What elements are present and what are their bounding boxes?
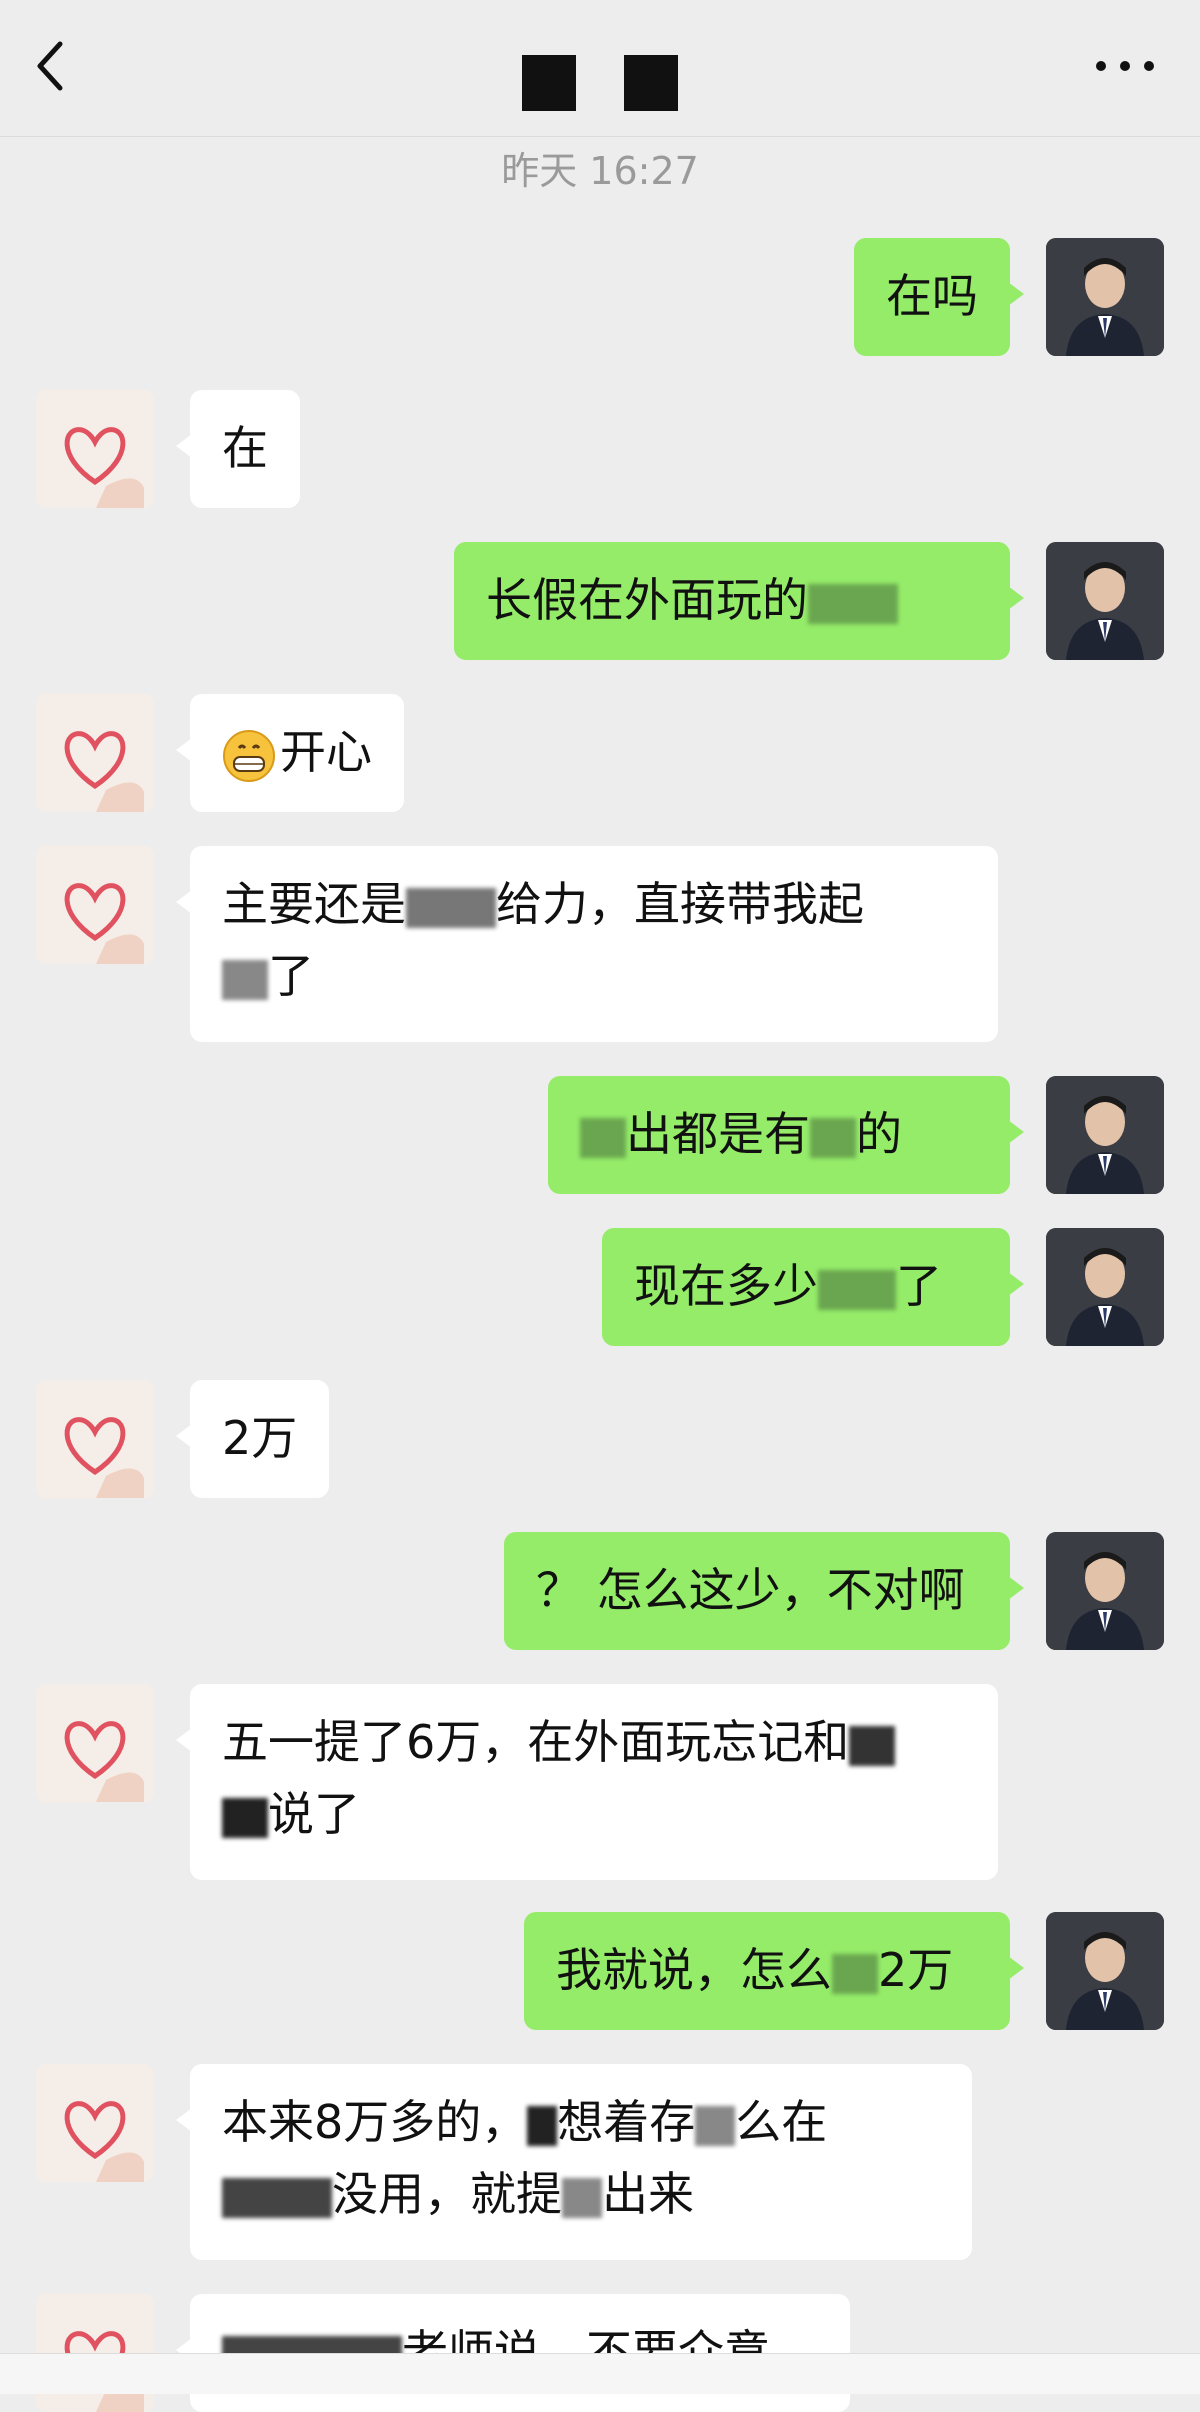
message-bubble[interactable]: 开心	[176, 694, 404, 812]
contact-avatar[interactable]	[36, 694, 154, 812]
message-bubble[interactable]: ？ 怎么这少，不对啊	[504, 1532, 1024, 1650]
message-text: 了	[896, 1259, 942, 1313]
message-bubble[interactable]: 五一提了6万，在外面玩忘记和 说了	[176, 1684, 998, 1880]
redacted-text	[222, 2177, 332, 2218]
my-avatar[interactable]	[1046, 1912, 1164, 2030]
message-text: 没用，就提	[332, 2167, 562, 2221]
my-avatar[interactable]	[1046, 238, 1164, 356]
message-text: 了6万，在外面玩忘记和	[360, 1715, 850, 1769]
my-avatar[interactable]	[1046, 1076, 1164, 1194]
grinning-face-emoji	[223, 729, 275, 782]
redacted-text	[808, 583, 898, 624]
message-bubble[interactable]: 现在多少 了	[602, 1228, 1024, 1346]
message-bubble[interactable]: 在	[176, 390, 300, 508]
message-bubble[interactable]: 长假在外面玩的	[454, 542, 1024, 660]
contact-avatar[interactable]	[36, 390, 154, 508]
message-text: 我就说，怎么	[556, 1943, 832, 1997]
message-text: 长假在外面玩的	[486, 573, 808, 627]
my-avatar[interactable]	[1046, 1228, 1164, 1346]
message-bubble[interactable]: 我就说，怎么 2万	[524, 1912, 1024, 2030]
message-text: 出都是有	[626, 1107, 810, 1161]
message-text: 现在多少	[634, 1259, 818, 1313]
message-bubble[interactable]: 2万	[175, 1380, 330, 1498]
contact-avatar[interactable]	[36, 1380, 154, 1498]
redacted-text	[562, 2177, 602, 2218]
redacted-text	[580, 1117, 626, 1158]
message-bubble[interactable]: 本来8万多的， 想着存 么在 没用，就提 出来	[176, 2064, 972, 2260]
message-text: 想着存	[557, 2095, 696, 2149]
message-bubble[interactable]: 主要还是 给力，直接带我起 了	[176, 846, 998, 1042]
message-text: 五一提	[222, 1715, 360, 1769]
my-avatar[interactable]	[1046, 1532, 1164, 1650]
message-timestamp: 昨天 16:27	[501, 149, 699, 193]
redacted-text	[406, 887, 496, 928]
message-text: 出来	[602, 2167, 694, 2221]
redacted-text	[818, 1269, 896, 1310]
redacted-text	[849, 1725, 896, 1766]
message-text: 的	[856, 1107, 902, 1161]
message-text: 给力，直接带我起	[496, 877, 864, 931]
redacted-name-block	[522, 55, 576, 111]
message-text: 么在	[735, 2095, 828, 2149]
contact-avatar[interactable]	[36, 846, 154, 964]
redacted-text	[222, 1797, 268, 1838]
contact-avatar[interactable]	[36, 2064, 154, 2182]
input-bar	[0, 2353, 1200, 2394]
redacted-text	[810, 1117, 856, 1158]
message-text: 了	[268, 949, 314, 1003]
message-text: 开心	[280, 725, 372, 779]
message-text: 本来8万多的，	[222, 2095, 528, 2149]
message-text: 2万	[878, 1943, 954, 1997]
message-bubble[interactable]: 出都是有的	[548, 1076, 1024, 1194]
more-horizontal-icon	[1096, 61, 1154, 71]
message-text: 说了	[268, 1787, 360, 1841]
redacted-text	[832, 1953, 878, 1994]
redacted-text	[695, 2105, 736, 2146]
my-avatar[interactable]	[1046, 542, 1164, 660]
redacted-name-block	[624, 55, 678, 111]
redacted-text	[527, 2105, 558, 2146]
redacted-text	[222, 959, 268, 1000]
chat-title	[0, 52, 1200, 111]
message-text: 主要还是	[222, 877, 406, 931]
chat-header	[0, 0, 1200, 137]
message-bubble[interactable]: 在吗	[854, 238, 1024, 356]
more-options-button[interactable]	[1090, 46, 1160, 86]
contact-avatar[interactable]	[36, 1684, 154, 1802]
